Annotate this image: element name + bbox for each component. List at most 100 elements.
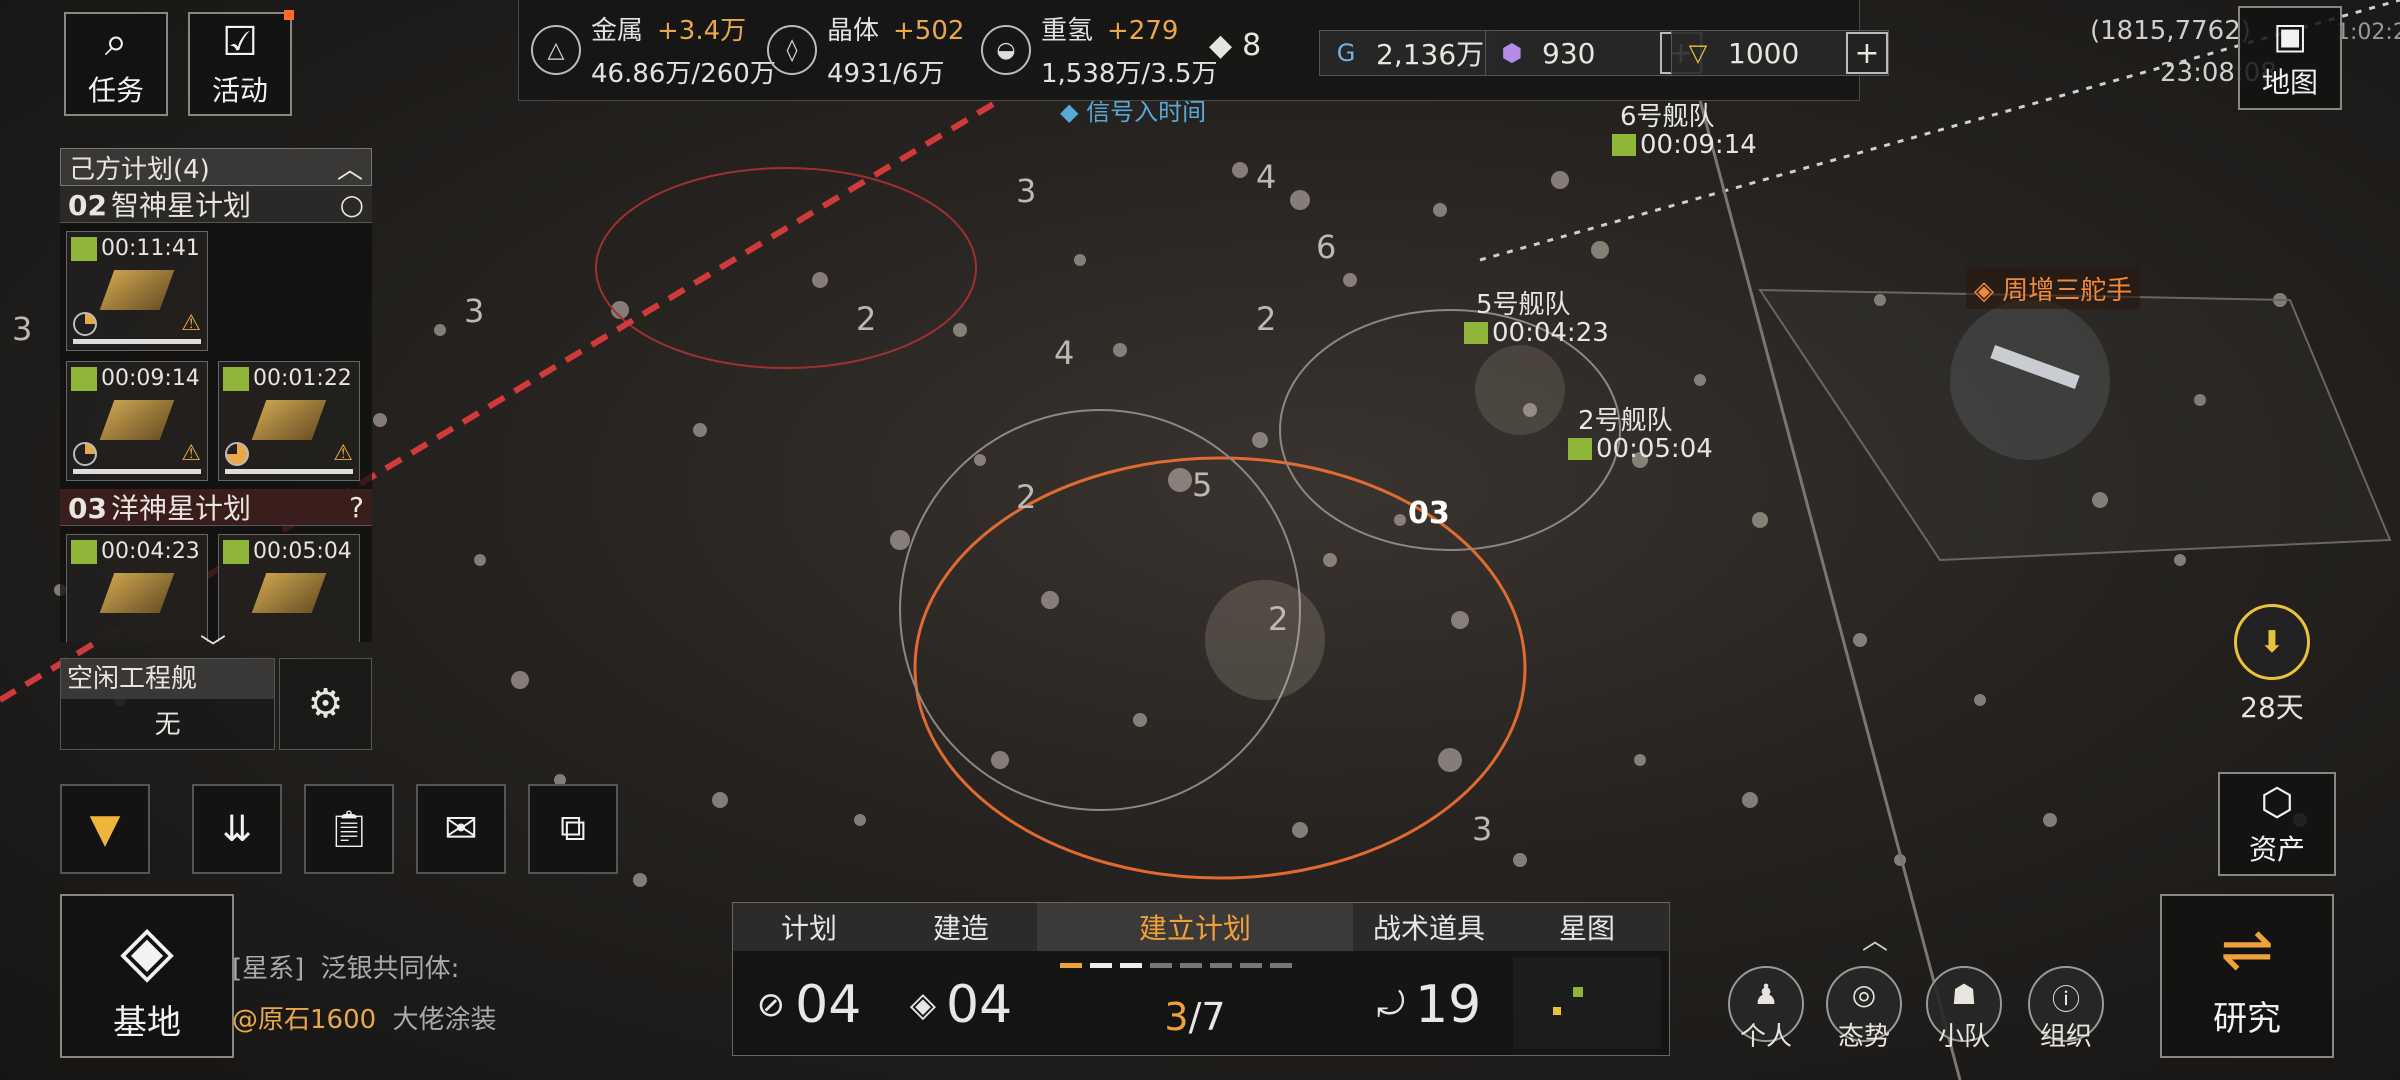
radar-icon: ◎ <box>1851 978 1877 1011</box>
chat-button[interactable]: ⧉ <box>528 784 618 874</box>
map-icon: ▣ <box>2272 15 2307 57</box>
establish-progress[interactable]: 3 /7 <box>1037 973 1353 1061</box>
tab-starmap[interactable]: 星图 <box>1505 903 1670 951</box>
map-number: 3 <box>1016 172 1037 210</box>
warning-icon: ⚠ <box>181 441 201 466</box>
squad-button[interactable]: ☗ 小队 <box>1926 966 2002 1052</box>
plans-title: 己方计划(4) <box>69 154 210 185</box>
plan-group-02[interactable]: 02 智神星计划 ○ <box>60 186 372 223</box>
fleet-6-label[interactable]: 6号舰队 <box>1620 96 1715 133</box>
notes-button[interactable]: 📋︎ <box>304 784 394 874</box>
card-timer: 00:11:41 <box>101 236 200 261</box>
fleet-5-label[interactable]: 5号舰队 <box>1476 284 1571 321</box>
personal-button[interactable]: ♟ 个人 <box>1728 966 1804 1052</box>
base-button[interactable]: ◈ 基地 <box>60 894 234 1058</box>
engineer-icon <box>1612 134 1636 156</box>
plans-panel: 己方计划(4) ︿ 02 智神星计划 ○ 00:11:41 ⚠ 00:09:14 … <box>60 148 372 664</box>
metal-name: 金属 <box>591 16 644 46</box>
enemy-label[interactable]: ◈ 周增三舵手 <box>1966 268 2141 309</box>
progress-pie-icon <box>225 442 249 466</box>
resource-bar: △ 金属 +3.4万 46.86万/260万 ◊ 晶体 +502 4931/6万 ◒ 重… <box>518 0 1889 101</box>
coordinates: (1815,7762) <box>2090 16 2251 46</box>
map-number: 2 <box>856 300 877 338</box>
engineer-gear-button[interactable]: ⚙ <box>279 658 372 750</box>
engineer-icon <box>71 539 97 564</box>
build-count[interactable]: ◈ 04 <box>885 961 1037 1049</box>
tactical-count[interactable]: ⤾ 19 <box>1353 961 1505 1049</box>
minimap[interactable] <box>1513 957 1661 1049</box>
idle-engineer-panel: 空闲工程舰 无 ⚙ <box>60 658 372 750</box>
research-button[interactable]: ⇌ 研究 <box>2160 894 2334 1058</box>
plan-card[interactable]: 00:11:41 ⚠ <box>66 231 208 351</box>
progress-pie-icon <box>73 312 97 336</box>
tasks-button[interactable]: ⌕ 任务 <box>64 12 168 116</box>
card-timer: 00:09:14 <box>101 366 200 391</box>
tasks-label: 任务 <box>87 74 144 107</box>
tab-tactical-items[interactable]: 战术道具 <box>1353 903 1506 951</box>
plan-card[interactable]: 00:04:23 <box>66 534 208 642</box>
tactical-icon: ⤾ <box>1376 985 1406 1025</box>
server-time-partial: 1:02:25 <box>2336 20 2400 45</box>
gear-icon: ⚙ <box>307 681 344 727</box>
ship-icon <box>251 573 327 613</box>
events-button[interactable]: ☑ 活动 <box>188 10 294 116</box>
collapse-icon[interactable]: ︿ <box>337 149 363 186</box>
tab-plan[interactable]: 计划 <box>733 903 886 951</box>
plan-number: 02 <box>68 189 107 222</box>
map-number: 3 <box>1472 810 1493 848</box>
card-timer: 00:01:22 <box>253 366 352 391</box>
card-timer: 00:04:23 <box>101 539 200 564</box>
new-badge <box>284 10 294 20</box>
expand-up-icon[interactable]: ︿ <box>1862 920 1888 957</box>
research-icon: ⇌ <box>2220 912 2274 987</box>
deuterium-name: 重氢 <box>1041 16 1094 46</box>
metal-resource[interactable]: △ 金属 +3.4万 46.86万/260万 <box>531 10 776 90</box>
ship-icon <box>251 400 327 440</box>
deuterium-icon: ◒ <box>981 25 1031 75</box>
plans-header[interactable]: 己方计划(4) ︿ <box>60 148 372 186</box>
plan-name: 智神星计划 <box>110 189 251 222</box>
chat-bubbles-icon: ⧉ <box>560 808 586 849</box>
fleet-2-label[interactable]: 2号舰队 <box>1578 400 1673 437</box>
tab-build[interactable]: 建造 <box>885 903 1038 951</box>
plan-card[interactable]: 00:09:14 ⚠ <box>66 361 208 481</box>
minimap-marker <box>1573 987 1583 997</box>
gold-currency[interactable]: ▽ 1000 + <box>1671 30 1889 76</box>
days-indicator[interactable]: ⬇ 28天 <box>2232 604 2312 726</box>
crystal-resource[interactable]: ◊ 晶体 +502 4931/6万 <box>767 10 964 90</box>
filter-button[interactable]: ▼ <box>60 784 150 874</box>
tab-establish-plan[interactable]: 建立计划 <box>1037 903 1354 951</box>
crystal-name: 晶体 <box>827 16 880 46</box>
progress-current: 3 <box>1164 995 1189 1039</box>
chat-channel: [星系] <box>232 954 305 984</box>
map-button[interactable]: ▣ 地图 <box>2238 6 2342 110</box>
assets-label: 资产 <box>2248 833 2305 866</box>
warning-icon: ⚠ <box>333 441 353 466</box>
cube-icon: ⬡ <box>2260 780 2294 824</box>
map-label: 地图 <box>2261 65 2318 99</box>
fleet-list-button[interactable]: ⇊ <box>192 784 282 874</box>
assets-button[interactable]: ⬡ 资产 <box>2218 772 2336 876</box>
organization-button[interactable]: ⓘ 组织 <box>2028 966 2104 1052</box>
deuterium-amount: 1,538万/3.5万 <box>1041 59 1218 89</box>
premium-icon: ⬢ <box>1501 39 1523 67</box>
shard-counter[interactable]: ◆ 8 <box>1209 28 1261 63</box>
plan-count[interactable]: ⊘ 04 <box>733 961 885 1049</box>
mail-button[interactable]: ✉ <box>416 784 506 874</box>
credit-currency[interactable]: G 2,136万 <box>1319 30 1496 76</box>
enemy-zone-ring <box>595 167 977 369</box>
card-progress <box>225 469 353 474</box>
add-gold-button[interactable]: + <box>1846 32 1888 74</box>
magnifier-icon: ⌕ <box>104 19 128 65</box>
chat-preview[interactable]: [星系] 泛银共同体: @原石1600 大佬涂装 <box>232 948 732 1054</box>
plan-group-03[interactable]: 03 洋神星计划 ? <box>60 489 372 526</box>
engineer-icon <box>1568 438 1592 460</box>
progress-total: /7 <box>1188 995 1226 1039</box>
plan-card[interactable]: 00:05:04 <box>218 534 360 642</box>
plan-card[interactable]: 00:01:22 ⚠ <box>218 361 360 481</box>
map-number: 5 <box>1192 466 1213 504</box>
situation-button[interactable]: ◎ 态势 <box>1826 966 1902 1052</box>
plan-number: 03 <box>68 492 107 525</box>
deuterium-resource[interactable]: ◒ 重氢 +279 1,538万/3.5万 <box>981 10 1218 90</box>
deuterium-delta: +279 <box>1107 16 1179 46</box>
